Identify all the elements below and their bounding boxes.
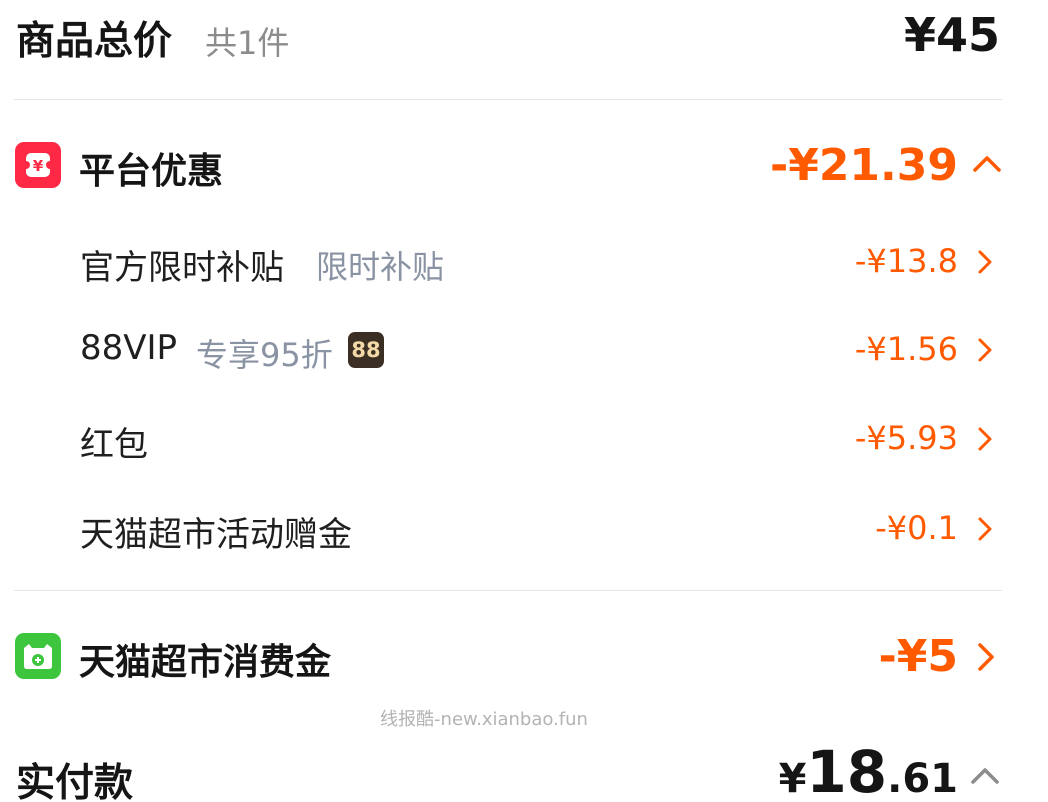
discount-item-tmall-gift-gold[interactable]: 天猫超市活动赠金 -¥0.1 [0,497,1048,561]
goods-total-price: ¥45 [903,8,1000,62]
platform-discount-title: 平台优惠 [79,151,224,192]
chevron-up-icon[interactable] [970,764,1000,788]
88vip-badge-icon: 88 [348,332,384,368]
payment-amount: ¥18.61 [779,738,958,802]
consumption-gold-amount: -¥5 [878,631,959,682]
chevron-right-icon [975,516,995,542]
divider [14,590,1002,591]
watermark-text: 线报酷-new.xianbao.fun [380,709,588,730]
consumption-gold-row[interactable]: 天猫超市消费金 -¥5 [0,622,1048,692]
payment-currency: ¥ [778,756,807,802]
list-item-label: 88VIP [80,328,178,368]
platform-discount-row[interactable]: ¥ 平台优惠 -¥21.39 [0,130,1048,200]
chevron-right-icon [975,249,995,275]
chevron-up-icon[interactable] [972,152,1002,176]
list-item-label: 红包 [80,425,148,465]
discount-item-88vip[interactable]: 88VIP 专享95折 88 -¥1.56 [0,318,1048,382]
item-count: 共1件 [205,24,290,62]
chevron-right-icon [975,426,995,452]
tmall-cat-icon [15,633,61,679]
discount-item-official-subsidy[interactable]: 官方限时补贴 限时补贴 -¥13.8 [0,230,1048,294]
list-item-note: 限时补贴 [316,248,445,286]
payment-integer: 18 [806,738,888,802]
payment-title: 实付款 [16,761,134,802]
order-price-summary: 商品总价 共1件 ¥45 ¥ 平台优惠 -¥21.39 官方限时补贴 限时补贴 … [0,0,1048,802]
list-item-amount: -¥1.56 [854,330,958,368]
chevron-right-icon [975,337,995,363]
discount-item-red-packet[interactable]: 红包 -¥5.93 [0,407,1048,471]
payment-decimal: .61 [887,756,958,802]
divider [14,99,1002,100]
list-item-label: 天猫超市活动赠金 [80,515,352,555]
consumption-gold-title: 天猫超市消费金 [79,642,332,683]
svg-text:¥: ¥ [33,157,44,175]
coupon-icon: ¥ [15,142,61,188]
chevron-right-icon [975,642,997,672]
goods-total-title: 商品总价 [16,19,173,64]
list-item-amount: -¥5.93 [854,419,958,457]
list-item-amount: -¥0.1 [875,509,958,547]
platform-discount-amount: -¥21.39 [769,140,958,191]
list-item-label: 官方限时补贴 [80,248,284,288]
list-item-amount: -¥13.8 [854,242,958,280]
list-item-note: 专享95折 [196,336,333,374]
